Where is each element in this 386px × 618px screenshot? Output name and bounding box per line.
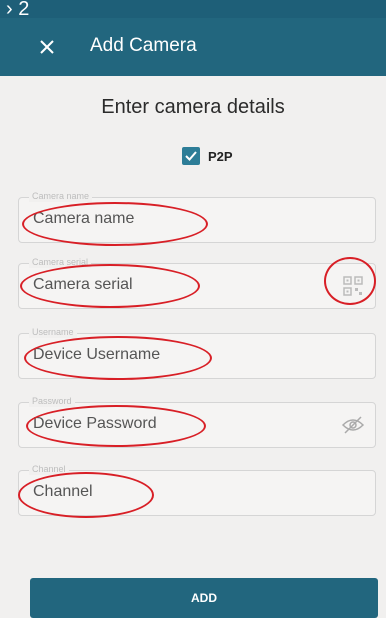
camera-serial-field[interactable]: Camera serial Camera serial [18, 257, 376, 309]
status-bar-text: › 2 [6, 0, 30, 20]
status-bar: › 2 [0, 0, 386, 20]
password-label: Password [29, 396, 75, 407]
password-input[interactable]: Device Password [33, 414, 157, 434]
channel-field[interactable]: Channel Channel [18, 464, 376, 516]
password-field[interactable]: Password Device Password [18, 396, 376, 448]
channel-label: Channel [29, 464, 69, 475]
qr-code-icon[interactable] [343, 276, 363, 296]
check-icon [185, 151, 197, 161]
camera-serial-label: Camera serial [29, 257, 92, 268]
camera-serial-input[interactable]: Camera serial [33, 275, 133, 295]
p2p-checkbox[interactable] [182, 147, 200, 165]
username-field[interactable]: Username Device Username [18, 327, 376, 379]
username-input[interactable]: Device Username [33, 345, 160, 365]
camera-name-input[interactable]: Camera name [33, 209, 134, 229]
eye-off-icon[interactable] [341, 415, 365, 435]
p2p-checkbox-row[interactable]: P2P [182, 147, 233, 165]
close-icon[interactable] [36, 36, 58, 58]
username-label: Username [29, 327, 77, 338]
page-title: Add Camera [90, 35, 197, 56]
app-bar: Add Camera [0, 18, 386, 76]
add-button[interactable]: ADD [30, 578, 378, 618]
p2p-label: P2P [208, 148, 233, 164]
channel-input[interactable]: Channel [33, 482, 93, 502]
camera-name-field[interactable]: Camera name Camera name [18, 191, 376, 243]
camera-name-label: Camera name [29, 191, 93, 202]
section-heading: Enter camera details [101, 96, 285, 118]
